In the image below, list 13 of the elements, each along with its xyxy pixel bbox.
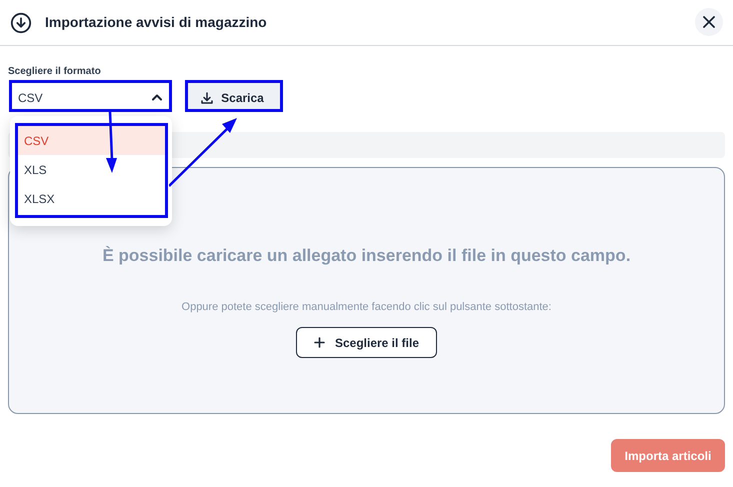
choose-file-button[interactable]: Scegliere il file — [296, 327, 438, 358]
field-label: Scegliere il formato — [8, 65, 102, 79]
drop-zone-headline: È possibile caricare un allegato inserendo il file in questo campo. — [102, 245, 631, 267]
download-icon — [201, 92, 214, 104]
download-circle-icon — [10, 12, 32, 34]
drop-zone-hint: Oppure potete scegliere manualmente facendo clic sul pulsante sottostante: — [182, 300, 552, 314]
plus-icon — [314, 337, 325, 348]
dropdown-option[interactable]: XLS — [18, 155, 165, 184]
dropdown-option[interactable]: CSV — [18, 126, 165, 155]
close-button[interactable] — [695, 8, 723, 36]
dropdown-option[interactable]: XLSX — [18, 184, 165, 213]
dialog-title: Importazione avvisi di magazzino — [45, 13, 267, 32]
close-icon — [703, 16, 715, 28]
